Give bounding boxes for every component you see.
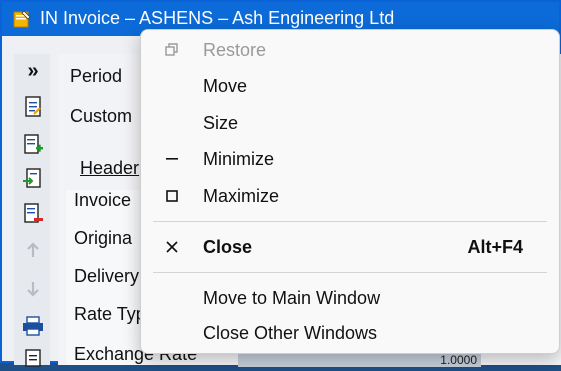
- move-up-icon[interactable]: [20, 237, 46, 263]
- delivery-label: Delivery: [74, 266, 140, 286]
- menu-item-close-other-windows[interactable]: Close Other Windows: [141, 316, 559, 352]
- window-system-menu: Restore Move Size Minimize Maximize Clos…: [140, 29, 560, 354]
- menu-item-move-to-main-window[interactable]: Move to Main Window: [141, 281, 559, 317]
- customer-label: Custom: [70, 106, 133, 126]
- document-icon[interactable]: [20, 94, 46, 120]
- menu-item-label: Size: [203, 113, 239, 133]
- tab-header-label: Header: [80, 158, 140, 178]
- original-label: Origina: [74, 228, 133, 248]
- minimize-icon: [163, 150, 181, 168]
- exchange-rate-value: 1.0000: [440, 353, 477, 367]
- close-icon: [163, 238, 181, 256]
- menu-item-label: Move to Main Window: [203, 288, 381, 308]
- menu-item-label: Maximize: [203, 186, 280, 206]
- menu-item-minimize[interactable]: Minimize: [141, 142, 559, 178]
- expand-glyph: »: [27, 59, 39, 82]
- menu-item-label: Close Other Windows: [203, 323, 378, 343]
- invoice-label: Invoice: [74, 190, 132, 210]
- move-down-icon[interactable]: [20, 276, 46, 302]
- invoice-window: IN Invoice – ASHENS – Ash Engineering Lt…: [0, 0, 561, 367]
- exchange-rate-field[interactable]: 1.0000: [238, 353, 481, 367]
- side-toolbar: »: [14, 54, 50, 367]
- import-document-icon[interactable]: [20, 166, 46, 192]
- menu-item-label: Close: [203, 237, 253, 257]
- expand-icon[interactable]: »: [20, 58, 46, 84]
- menu-item-label: Restore: [203, 40, 267, 60]
- delete-document-icon[interactable]: [20, 201, 46, 227]
- print-icon[interactable]: [20, 313, 46, 339]
- menu-separator: [153, 272, 547, 273]
- maximize-icon: [163, 187, 181, 205]
- period-label: Period: [70, 66, 123, 86]
- menu-item-label: Minimize: [203, 149, 275, 169]
- menu-item-label: Move: [203, 76, 248, 96]
- menu-item-move[interactable]: Move: [141, 69, 559, 105]
- menu-item-shortcut: Alt+F4: [467, 237, 523, 257]
- restore-icon: [163, 41, 181, 59]
- menu-separator: [153, 221, 547, 222]
- list-icon[interactable]: [20, 345, 46, 371]
- menu-item-size[interactable]: Size: [141, 106, 559, 142]
- menu-item-restore[interactable]: Restore: [141, 33, 559, 69]
- menu-item-maximize[interactable]: Maximize: [141, 179, 559, 215]
- menu-item-close[interactable]: Close Alt+F4: [141, 230, 559, 266]
- new-document-icon[interactable]: [20, 132, 46, 158]
- window-title: IN Invoice – ASHENS – Ash Engineering Lt…: [40, 8, 395, 28]
- app-icon[interactable]: [12, 9, 32, 29]
- rate-type-label: Rate Typ: [74, 304, 146, 324]
